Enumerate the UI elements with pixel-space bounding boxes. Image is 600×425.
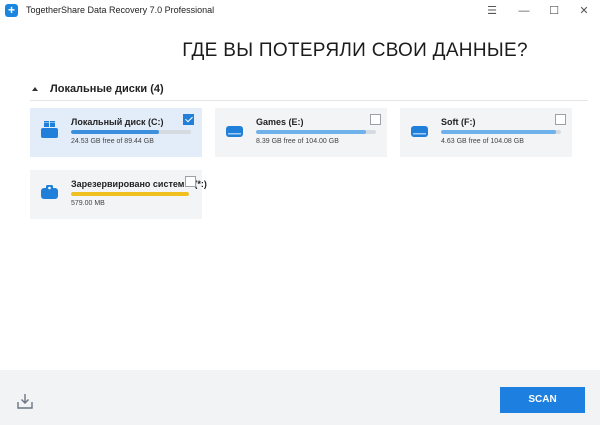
section-title: Локальные диски (4) (50, 83, 164, 95)
drive-icon (41, 185, 58, 199)
collapse-caret-icon (32, 87, 38, 91)
menu-icon[interactable]: ☰ (482, 3, 502, 19)
scan-button[interactable]: SCAN (500, 387, 585, 413)
drive-name: Games (E:) (256, 117, 304, 127)
drive-card-f[interactable]: Soft (F:) 4.63 GB free of 104.08 GB (400, 108, 572, 157)
page-heading: ГДЕ ВЫ ПОТЕРЯЛИ СВОИ ДАННЫЕ? (182, 40, 528, 61)
drive-info: 8.39 GB free of 104.00 GB (256, 138, 339, 145)
drive-card-e[interactable]: Games (E:) 8.39 GB free of 104.00 GB (215, 108, 387, 157)
section-divider (30, 100, 588, 101)
drive-usage-bar (71, 130, 191, 134)
drive-usage-fill (256, 130, 367, 134)
app-logo-icon: + (5, 4, 18, 17)
minimize-button[interactable]: — (514, 3, 534, 19)
section-toggle-local-disks[interactable]: Локальные диски (4) (30, 83, 588, 99)
drive-info: 4.63 GB free of 104.08 GB (441, 138, 524, 145)
drive-name: Soft (F:) (441, 117, 476, 127)
drive-usage-bar (256, 130, 376, 134)
drive-usage-bar (441, 130, 561, 134)
drive-checkbox[interactable] (183, 114, 194, 125)
footer-bar: SCAN (0, 370, 600, 425)
window-title: TogetherShare Data Recovery 7.0 Professi… (26, 5, 215, 15)
drive-icon (226, 126, 243, 137)
drive-checkbox[interactable] (370, 114, 381, 125)
maximize-button[interactable]: ☐ (544, 3, 564, 19)
drive-info: 579.00 MB (71, 200, 105, 207)
drive-icon (411, 126, 428, 137)
close-button[interactable]: ✕ (574, 3, 594, 19)
drive-usage-fill (71, 130, 159, 134)
title-bar: + TogetherShare Data Recovery 7.0 Profes… (0, 0, 600, 22)
drive-card-reserved[interactable]: Зарезервировано систем... (*:) 579.00 MB (30, 170, 207, 219)
drive-info: 24.53 GB free of 89.44 GB (71, 138, 154, 145)
drive-name: Локальный диск (C:) (71, 117, 164, 127)
drive-usage-bar (71, 192, 189, 196)
export-icon[interactable] (16, 392, 34, 410)
drive-usage-fill (71, 192, 189, 196)
drive-icon (41, 121, 58, 138)
drive-usage-fill (441, 130, 556, 134)
drive-card-c[interactable]: Локальный диск (C:) 24.53 GB free of 89.… (30, 108, 202, 157)
drive-checkbox[interactable] (555, 114, 566, 125)
drive-checkbox[interactable] (185, 176, 196, 187)
